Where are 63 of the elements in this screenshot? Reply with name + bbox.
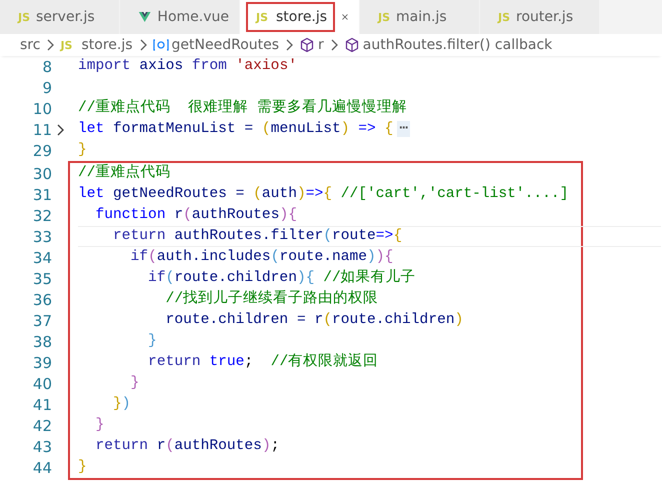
line-number: 10 (32, 100, 52, 118)
code-line: //重难点代码 很难理解 需要多看几遍慢慢理解 (78, 98, 407, 118)
breadcrumb-item[interactable]: src (20, 37, 40, 53)
breadcrumb-item[interactable]: r (318, 37, 324, 53)
editor-tab[interactable]: JS router.js (480, 0, 600, 34)
line-number: 39 (32, 354, 52, 372)
vue-logo-icon (138, 9, 152, 25)
line-number: 9 (41, 78, 52, 96)
code-line: } (147, 332, 157, 351)
line-number: 38 (32, 332, 52, 350)
code-line: } (130, 374, 140, 393)
line-number: 41 (32, 396, 52, 414)
editor-tab[interactable]: JS server.js (0, 0, 120, 34)
line-number: 8 (41, 58, 52, 76)
line-number: 44 (32, 458, 52, 476)
line-number: 29 (32, 142, 52, 160)
line-number: 11 (32, 120, 52, 138)
tab-label: router.js (516, 9, 574, 25)
code-line: if(auth.includes(route.name)){ (130, 248, 394, 267)
code-line: let getNeedRoutes = (auth)=>{ //['cart','cart-list'....] (78, 185, 568, 204)
code-line: }) (112, 395, 131, 414)
js-file-icon: JS (256, 10, 268, 24)
js-file-icon: JS (60, 38, 72, 52)
line-number: 31 (32, 186, 52, 204)
line-number: 40 (32, 374, 52, 392)
code-line: } (78, 458, 87, 477)
code-line: let formatMenuList = (menuList) => { ⋯ (78, 120, 410, 139)
tab-label: store.js (276, 9, 328, 25)
code-line: } (94, 416, 104, 435)
code-line: //重难点代码 (78, 163, 171, 183)
line-number: 37 (32, 312, 52, 330)
variable-icon (152, 37, 169, 53)
code-line: if(route.children){ //如果有儿子 (147, 268, 416, 288)
editor-tab[interactable]: JS store.js (240, 0, 360, 34)
breadcrumb-item[interactable]: getNeedRoutes (172, 37, 280, 53)
breadcrumb-item[interactable]: store.js (81, 37, 133, 53)
code-line: return true; //有权限就返回 (147, 352, 378, 372)
code-line: //找到儿子继续看子路由的权限 (164, 289, 378, 309)
line-number: 34 (32, 248, 52, 266)
cube-icon (344, 37, 360, 53)
tab-label: server.js (36, 9, 95, 25)
code-line: } (78, 141, 87, 160)
code-line: return r(authRoutes); (94, 437, 280, 456)
js-file-icon: JS (18, 10, 30, 24)
js-file-icon: JS (498, 10, 510, 24)
code-line: import axios from 'axios' (78, 57, 297, 76)
editor-tab[interactable]: Home.vue (120, 0, 240, 34)
line-number: 36 (32, 290, 52, 308)
line-number: 42 (32, 416, 52, 434)
code-line: return authRoutes.filter(route=>{ (112, 227, 402, 246)
editor-tab[interactable]: JS main.js (360, 0, 480, 34)
line-number: 35 (32, 270, 52, 288)
cube-icon (299, 37, 316, 53)
line-number: 30 (32, 164, 52, 182)
code-line: function r(authRoutes){ (94, 206, 297, 225)
tab-label: main.js (396, 9, 447, 25)
js-file-icon: JS (378, 10, 390, 24)
code-line: route.children = r(route.children) (164, 311, 464, 330)
tab-label: Home.vue (157, 9, 229, 25)
breadcrumb-item[interactable]: authRoutes.filter() callback (362, 37, 552, 53)
line-number: 32 (32, 206, 52, 224)
line-number: 33 (32, 228, 52, 246)
line-number: 43 (32, 438, 52, 456)
